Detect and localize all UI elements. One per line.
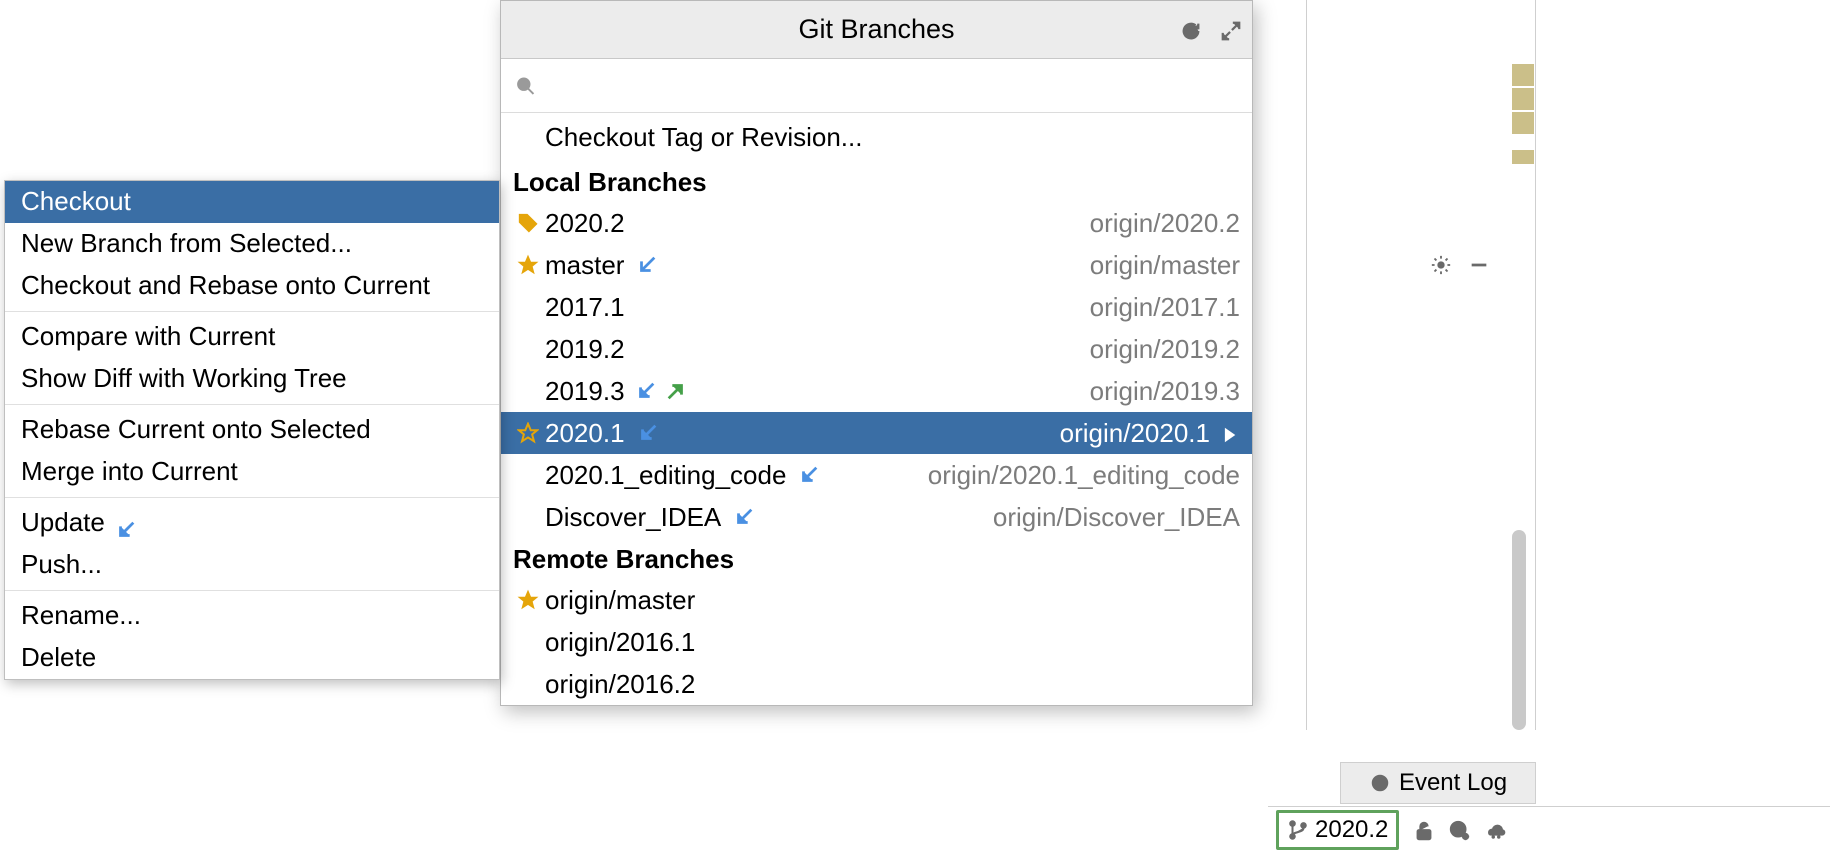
menu-item-label: Delete	[21, 642, 96, 673]
menu-item-label: Show Diff with Working Tree	[21, 363, 347, 394]
popup-title: Git Branches	[798, 14, 954, 45]
local-branch-item-selected[interactable]: 2020.1 origin/2020.1	[501, 412, 1252, 454]
tracking-branch: origin/2020.1_editing_code	[928, 460, 1240, 491]
editor-marker	[1512, 88, 1534, 110]
menu-item-push[interactable]: Push...	[5, 544, 499, 586]
menu-separator	[5, 311, 499, 312]
tag-icon	[513, 212, 543, 234]
editor-marker	[1512, 150, 1534, 164]
event-log-label: Event Log	[1399, 769, 1507, 797]
remote-branch-item[interactable]: origin/2016.2	[501, 663, 1252, 705]
minimize-icon[interactable]	[1468, 248, 1490, 279]
local-branch-item[interactable]: 2020.2 origin/2020.2	[501, 202, 1252, 244]
status-bar: 2020.2	[1268, 806, 1830, 852]
local-branch-item[interactable]: Discover_IDEA origin/Discover_IDEA	[501, 496, 1252, 538]
star-outline-icon	[513, 422, 543, 444]
menu-item-compare[interactable]: Compare with Current	[5, 316, 499, 358]
branch-name: origin/2016.2	[545, 669, 695, 700]
incoming-icon	[633, 422, 663, 444]
incoming-icon	[115, 513, 135, 533]
help-settings-icon[interactable]	[1449, 814, 1471, 845]
menu-item-label: Checkout Tag or Revision...	[545, 122, 862, 153]
local-branch-item[interactable]: master origin/master	[501, 244, 1252, 286]
local-branch-item[interactable]: 2020.1_editing_code origin/2020.1_editin…	[501, 454, 1252, 496]
outgoing-icon	[661, 380, 691, 402]
refresh-icon[interactable]	[1180, 14, 1202, 45]
branch-name: 2020.2	[545, 208, 625, 239]
menu-item-update[interactable]: Update	[5, 502, 499, 544]
local-branches-header: Local Branches	[501, 161, 1252, 202]
popup-title-bar: Git Branches	[501, 1, 1252, 59]
star-icon	[513, 254, 543, 276]
menu-item-label: Checkout	[21, 186, 131, 217]
incoming-icon	[729, 506, 759, 528]
menu-item-label: Update	[21, 507, 105, 538]
remote-branch-item[interactable]: origin/2016.1	[501, 621, 1252, 663]
remote-branches-header: Remote Branches	[501, 538, 1252, 579]
menu-item-checkout[interactable]: Checkout	[5, 181, 499, 223]
menu-item-show-diff[interactable]: Show Diff with Working Tree	[5, 358, 499, 400]
tracking-branch: origin/2019.2	[1090, 334, 1240, 365]
incoming-icon	[631, 380, 661, 402]
tracking-branch: origin/2020.2	[1090, 208, 1240, 239]
editor-marker	[1512, 112, 1534, 134]
menu-item-label: Merge into Current	[21, 456, 238, 487]
tracking-branch: origin/master	[1090, 250, 1240, 281]
menu-item-label: Compare with Current	[21, 321, 275, 352]
collapse-icon[interactable]	[1220, 14, 1242, 45]
branch-name: 2020.1	[545, 418, 625, 449]
branch-name: 2020.1_editing_code	[545, 460, 786, 491]
menu-item-rebase-onto[interactable]: Rebase Current onto Selected	[5, 409, 499, 451]
branch-name: origin/2016.1	[545, 627, 695, 658]
memory-indicator-icon[interactable]	[1485, 814, 1507, 845]
remote-branch-item[interactable]: origin/master	[501, 579, 1252, 621]
gear-icon[interactable]	[1430, 248, 1452, 279]
submenu-arrow-icon	[1218, 418, 1240, 449]
git-branch-widget[interactable]: 2020.2	[1276, 810, 1399, 850]
branch-name: origin/master	[545, 585, 695, 616]
menu-item-checkout-rebase[interactable]: Checkout and Rebase onto Current	[5, 265, 499, 307]
current-branch: 2020.2	[1315, 816, 1388, 844]
menu-item-label: Checkout and Rebase onto Current	[21, 270, 430, 301]
editor-marker	[1512, 64, 1534, 86]
branch-name: 2017.1	[545, 292, 625, 323]
git-branches-popup: Git Branches Checkout Tag or Revision...…	[500, 0, 1253, 706]
menu-item-label: New Branch from Selected...	[21, 228, 352, 259]
menu-separator	[5, 404, 499, 405]
incoming-icon	[632, 254, 662, 276]
star-icon	[513, 589, 543, 611]
branch-name: Discover_IDEA	[545, 502, 721, 533]
scrollbar[interactable]	[1512, 530, 1526, 730]
branch-name: master	[545, 250, 624, 281]
menu-separator	[5, 497, 499, 498]
lock-icon[interactable]	[1413, 814, 1435, 845]
menu-item-label: Rebase Current onto Selected	[21, 414, 371, 445]
tracking-branch: origin/2020.1	[1060, 418, 1210, 449]
editor-right-pane	[1306, 0, 1536, 730]
branch-name: 2019.3	[545, 376, 625, 407]
local-branch-item[interactable]: 2017.1 origin/2017.1	[501, 286, 1252, 328]
branch-name: 2019.2	[545, 334, 625, 365]
branch-search[interactable]	[501, 59, 1252, 113]
tracking-branch: origin/Discover_IDEA	[993, 502, 1240, 533]
local-branch-item[interactable]: 2019.2 origin/2019.2	[501, 328, 1252, 370]
menu-item-delete[interactable]: Delete	[5, 637, 499, 679]
branch-context-menu: Checkout New Branch from Selected... Che…	[4, 180, 500, 680]
local-branch-item[interactable]: 2019.3 origin/2019.3	[501, 370, 1252, 412]
menu-item-new-branch[interactable]: New Branch from Selected...	[5, 223, 499, 265]
branch-icon	[1287, 819, 1309, 841]
menu-item-label: Rename...	[21, 600, 141, 631]
incoming-icon	[794, 464, 824, 486]
event-log-tab[interactable]: Event Log	[1340, 762, 1536, 804]
tracking-branch: origin/2019.3	[1090, 376, 1240, 407]
checkout-tag-or-revision[interactable]: Checkout Tag or Revision...	[501, 113, 1252, 161]
tracking-branch: origin/2017.1	[1090, 292, 1240, 323]
menu-separator	[5, 590, 499, 591]
menu-item-merge[interactable]: Merge into Current	[5, 451, 499, 493]
branch-search-input[interactable]	[544, 70, 1238, 101]
menu-item-label: Push...	[21, 549, 102, 580]
menu-item-rename[interactable]: Rename...	[5, 595, 499, 637]
